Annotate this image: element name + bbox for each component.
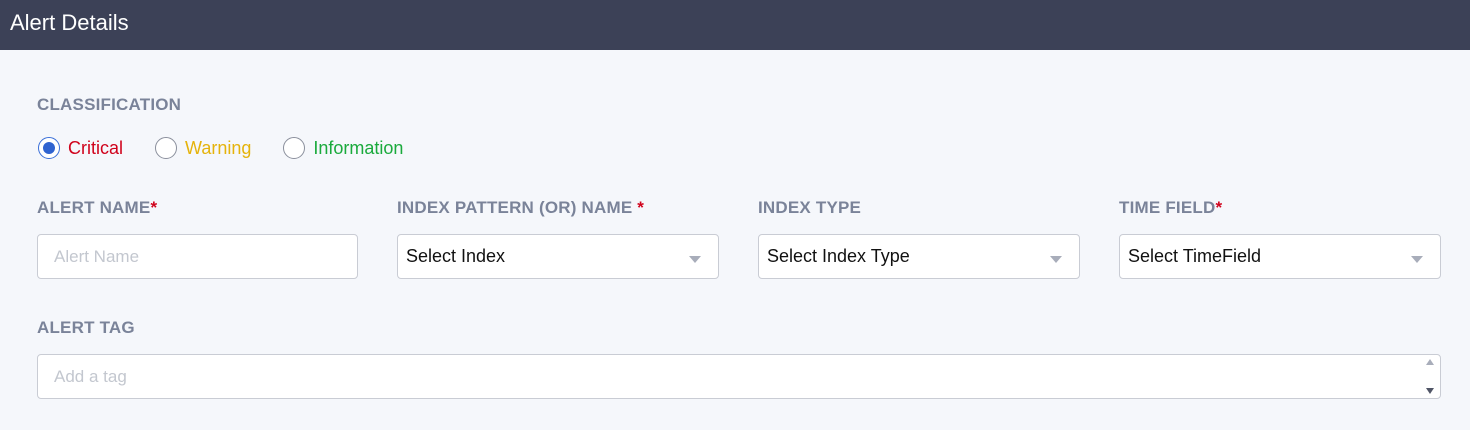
index-pattern-label-text: INDEX PATTERN (OR) NAME [397,198,638,217]
classification-radio-group: Critical Warning Information [38,135,435,161]
caret-up-icon[interactable] [1426,359,1434,365]
radio-critical[interactable]: Critical [38,137,123,159]
alert-tag-label: ALERT TAG [37,318,135,337]
page-header: Alert Details [0,0,1470,50]
index-pattern-select[interactable]: Select Index [397,234,719,279]
radio-information-circle[interactable] [283,137,306,159]
chevron-down-icon[interactable] [1411,256,1423,263]
index-type-label: INDEX TYPE [758,198,862,217]
chevron-down-icon[interactable] [1050,256,1062,263]
alert-tag-input[interactable] [38,366,1440,387]
radio-warning[interactable]: Warning [155,137,251,159]
radio-selected-dot [43,142,55,154]
page-title: Alert Details [10,10,129,35]
radio-warning-label: Warning [185,137,252,158]
radio-critical-circle[interactable] [38,137,60,159]
radio-critical-label: Critical [68,137,124,158]
required-mark: * [1215,198,1223,217]
alert-name-field [37,234,358,279]
index-pattern-select-value: Select Index [406,246,506,266]
required-mark: * [637,198,645,217]
radio-information-label: Information [313,137,404,158]
tag-scrollbar[interactable] [1423,359,1437,394]
alert-name-input[interactable] [38,246,357,267]
required-mark: * [150,198,158,217]
chevron-down-icon[interactable] [689,256,701,263]
time-field-select[interactable]: Select TimeField [1119,234,1441,279]
time-field-label: TIME FIELD* [1119,198,1222,218]
classification-label: CLASSIFICATION [37,95,182,114]
alert-name-label: ALERT NAME* [37,198,157,218]
alert-name-label-text: ALERT NAME [37,198,151,217]
radio-information[interactable]: Information [283,137,403,159]
radio-warning-circle[interactable] [155,137,178,159]
index-type-select-value: Select Index Type [767,246,910,266]
index-type-select[interactable]: Select Index Type [758,234,1080,279]
time-field-label-text: TIME FIELD [1119,198,1216,217]
caret-down-icon[interactable] [1426,388,1434,394]
time-field-select-value: Select TimeField [1128,246,1262,266]
index-pattern-label: INDEX PATTERN (OR) NAME * [397,198,644,218]
alert-tag-field [37,354,1441,399]
